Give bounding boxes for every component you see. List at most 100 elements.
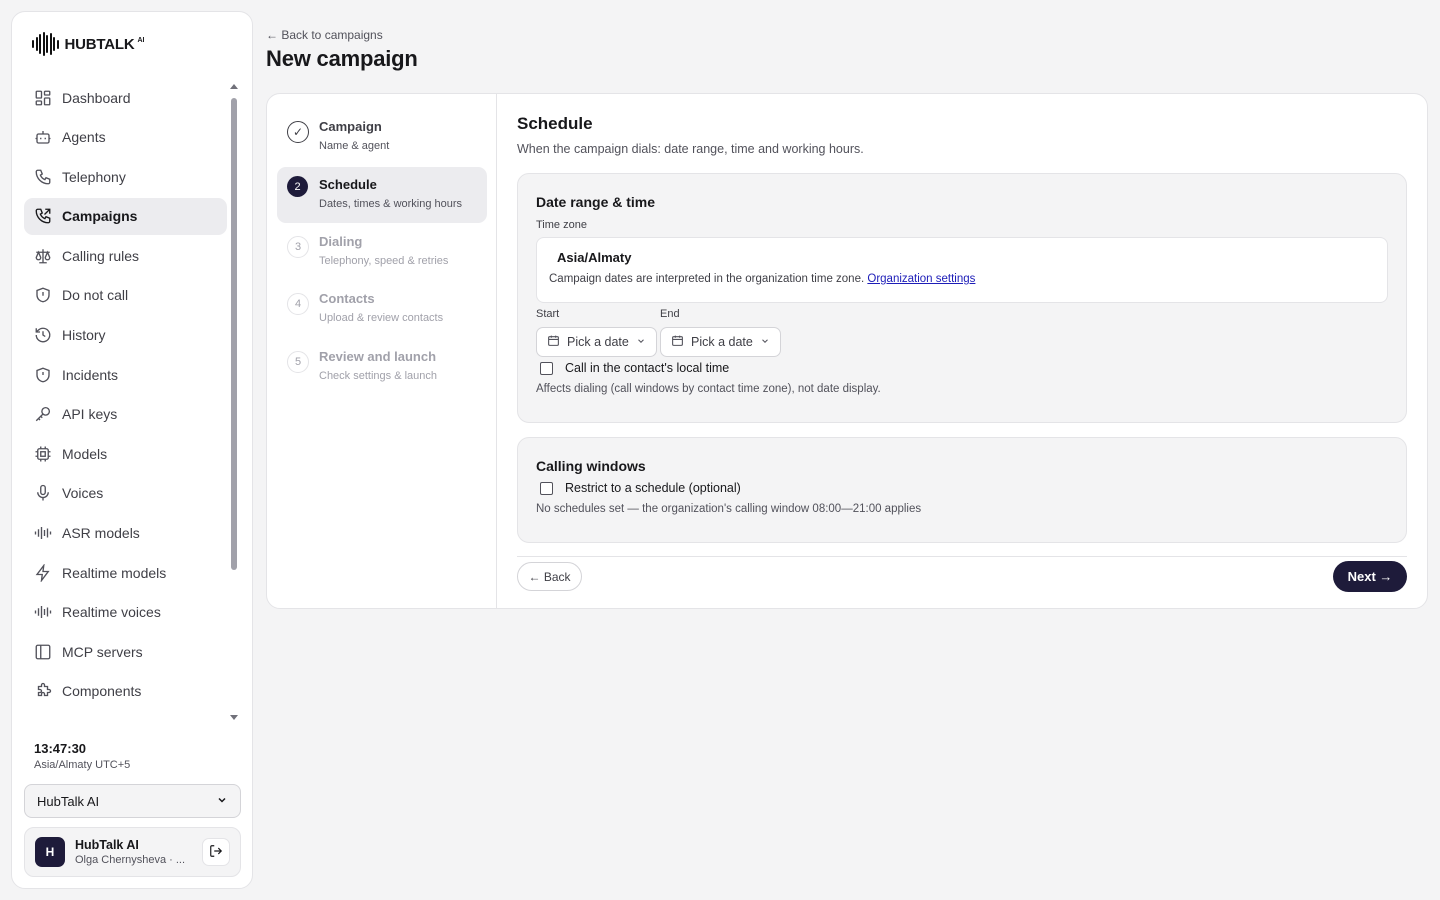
sidebar-item-realtime-voices[interactable]: Realtime voices: [24, 594, 227, 631]
calling-windows-panel: Calling windows Restrict to a schedule (…: [517, 437, 1407, 543]
sidebar-item-agents[interactable]: Agents: [24, 119, 227, 156]
panel-icon: [34, 643, 52, 661]
chevron-down-icon: [216, 794, 228, 809]
sidebar-item-label: Voices: [62, 485, 104, 502]
end-label: End: [660, 308, 680, 320]
cpu-icon: [34, 445, 52, 463]
organization-select[interactable]: HubTalk AI: [24, 784, 241, 818]
sidebar-item-label: Campaigns: [62, 208, 138, 225]
step-subtitle: Check settings & launch: [319, 370, 438, 382]
sidebar-item-do-not-call[interactable]: Do not call: [24, 277, 227, 314]
step-title: Review and launch: [319, 349, 437, 364]
wizard-steps: ✓ Campaign Name & agent 2 Schedule Dates…: [267, 94, 497, 608]
clock: 13:47:30: [34, 741, 87, 756]
sidebar-nav: Dashboard Agents Telephony Campaigns Cal…: [24, 79, 227, 713]
phone-outgoing-icon: [34, 207, 52, 225]
sidebar-item-api-keys[interactable]: API keys: [24, 396, 227, 433]
step-number: 2: [287, 176, 308, 197]
sidebar-item-realtime-models[interactable]: Realtime models: [24, 554, 227, 591]
step-number: 3: [287, 236, 309, 258]
organization-select-value: HubTalk AI: [37, 793, 100, 809]
logo-text: HUBTALK: [64, 35, 135, 53]
sidebar-item-label: Calling rules: [62, 247, 140, 264]
sidebar: HUBTALK AI Dashboard Agents Telephony Cam…: [11, 11, 253, 889]
calendar-icon: [547, 334, 560, 350]
wizard-card: ✓ Campaign Name & agent 2 Schedule Dates…: [266, 93, 1428, 609]
sidebar-item-telephony[interactable]: Telephony: [24, 158, 227, 195]
avatar: H: [35, 837, 65, 867]
step-schedule[interactable]: 2 Schedule Dates, times & working hours: [277, 167, 487, 223]
step-number: 4: [287, 293, 309, 315]
sidebar-item-calling-rules[interactable]: Calling rules: [24, 237, 227, 274]
sidebar-item-history[interactable]: History: [24, 317, 227, 354]
key-icon: [34, 405, 52, 423]
sidebar-item-label: MCP servers: [62, 643, 143, 660]
sidebar-item-models[interactable]: Models: [24, 435, 227, 472]
back-to-campaigns-link[interactable]: ← Back to campaigns: [266, 28, 383, 42]
date-range-panel: Date range & time Time zone Asia/Almaty …: [517, 173, 1407, 423]
sidebar-item-label: API keys: [62, 406, 118, 423]
sidebar-item-components[interactable]: Components: [24, 673, 227, 710]
sidebar-item-campaigns[interactable]: Campaigns: [24, 197, 227, 235]
logout-icon: [209, 844, 223, 861]
step-subtitle: Upload & review contacts: [319, 312, 444, 324]
user-name: HubTalk AI: [75, 838, 139, 852]
sidebar-item-voices[interactable]: Voices: [24, 475, 227, 512]
sidebar-item-label: Dashboard: [62, 89, 131, 106]
scrollbar-thumb[interactable]: [231, 98, 237, 570]
restrict-schedule-label: Restrict to a schedule (optional): [565, 481, 741, 495]
user-subtitle: Olga Chernysheva · ...: [75, 854, 186, 866]
sidebar-item-label: Telephony: [62, 168, 126, 185]
logo-suffix: AI: [137, 36, 145, 44]
scroll-down-arrow-icon[interactable]: [230, 715, 238, 720]
sidebar-item-mcp-servers[interactable]: MCP servers: [24, 633, 227, 670]
step-review-and-launch: 5 Review and launch Check settings & lau…: [277, 339, 487, 395]
step-number: 5: [287, 351, 309, 373]
shield-icon: [34, 286, 52, 304]
logo[interactable]: HUBTALK AI: [32, 32, 144, 56]
step-campaign[interactable]: ✓ Campaign Name & agent: [277, 109, 487, 165]
shield-alert-icon: [34, 366, 52, 384]
schedule-content: Schedule When the campaign dials: date r…: [517, 114, 1407, 592]
sidebar-item-dashboard[interactable]: Dashboard: [24, 79, 227, 116]
logout-button[interactable]: [202, 838, 230, 866]
sidebar-item-label: Realtime voices: [62, 604, 161, 621]
sidebar-item-label: Do not call: [62, 287, 129, 304]
puzzle-icon: [34, 682, 52, 700]
back-button[interactable]: ← Back: [517, 562, 582, 591]
chevron-down-icon: [760, 335, 770, 349]
user-card: H HubTalk AI Olga Chernysheva · ...: [24, 827, 241, 877]
sidebar-item-label: ASR models: [62, 525, 140, 542]
end-date-value: Pick a date: [691, 335, 753, 349]
audio-waveform-icon: [34, 603, 52, 621]
step-title: Schedule: [319, 177, 377, 192]
step-check-icon: ✓: [287, 121, 309, 143]
zap-icon: [34, 563, 52, 582]
chevron-down-icon: [636, 335, 646, 349]
next-button[interactable]: Next →: [1333, 561, 1407, 592]
start-date-picker[interactable]: Pick a date: [536, 327, 657, 357]
organization-settings-link[interactable]: Organization settings: [867, 273, 975, 285]
clock-timezone: Asia/Almaty UTC+5: [34, 759, 131, 771]
local-time-checkbox[interactable]: [540, 361, 553, 375]
bot-icon: [34, 128, 52, 146]
step-subtitle: Name & agent: [319, 140, 390, 152]
mic-icon: [34, 484, 52, 502]
start-label: Start: [536, 308, 560, 320]
local-time-hint: Affects dialing (call windows by contact…: [536, 383, 881, 395]
logo-waveform-icon: [32, 32, 59, 56]
local-time-checkbox-row[interactable]: Call in the contact's local time: [540, 361, 729, 375]
restrict-schedule-checkbox[interactable]: [540, 481, 553, 495]
panel-title: Calling windows: [536, 458, 646, 474]
scroll-up-arrow-icon[interactable]: [230, 84, 238, 89]
sidebar-item-incidents[interactable]: Incidents: [24, 356, 227, 393]
sidebar-item-label: History: [62, 327, 106, 344]
end-date-picker[interactable]: Pick a date: [660, 327, 781, 357]
timezone-box: Asia/Almaty Campaign dates are interpret…: [536, 237, 1388, 303]
panel-title: Date range & time: [536, 194, 656, 210]
scale-icon: [34, 247, 52, 265]
timezone-note: Campaign dates are interpreted in the or…: [549, 273, 975, 285]
restrict-schedule-checkbox-row[interactable]: Restrict to a schedule (optional): [540, 481, 741, 495]
sidebar-item-asr-models[interactable]: ASR models: [24, 515, 227, 552]
sidebar-scrollbar[interactable]: [230, 84, 238, 720]
